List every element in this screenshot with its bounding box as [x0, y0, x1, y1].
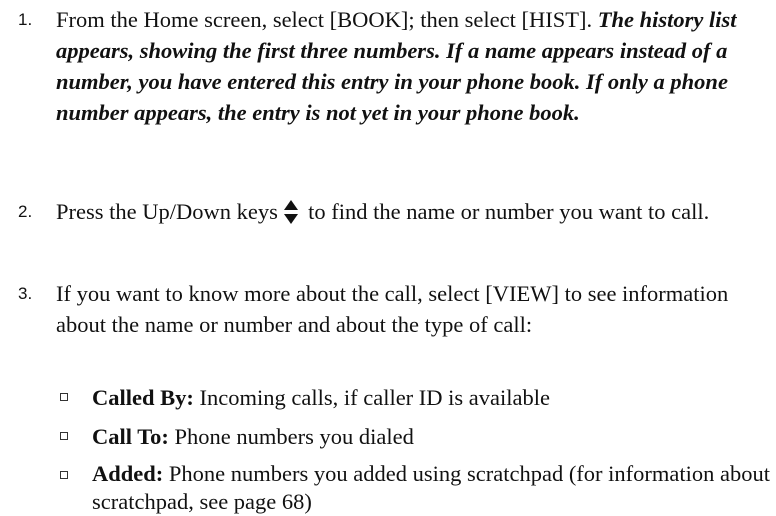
step-text: If you want to know more about the call,… [56, 281, 729, 337]
manual-page: 1. From the Home screen, select [BOOK]; … [0, 0, 776, 514]
bullet-description: Phone numbers you dialed [168, 424, 414, 449]
bullet-term: Called By: [92, 385, 194, 410]
checkbox-bullet-icon [60, 393, 68, 401]
bullet-description: Incoming calls, if caller ID is availabl… [193, 385, 551, 410]
bullet-term: Added: [92, 461, 164, 486]
checkbox-bullet-icon [60, 471, 68, 479]
step-number: 3. [18, 284, 33, 303]
step-number: 1. [18, 10, 33, 29]
step-text: From the Home screen, select [BOOK]; the… [56, 4, 774, 128]
step-instruction: From the Home screen, select [BOOK]; the… [56, 7, 598, 32]
bullet-description: Phone numbers you added using scratchpad… [92, 461, 771, 514]
step-number: 2. [18, 202, 33, 221]
bullet-term: Call To: [92, 424, 169, 449]
step-instruction-continued: to find the name or number you want to c… [302, 199, 710, 224]
checkbox-bullet-icon [60, 432, 68, 440]
up-down-arrow-icon [284, 200, 299, 232]
step-text: Press the Up/Down keys to find the name … [56, 196, 774, 232]
step-instruction: Press the Up/Down keys [56, 199, 284, 224]
